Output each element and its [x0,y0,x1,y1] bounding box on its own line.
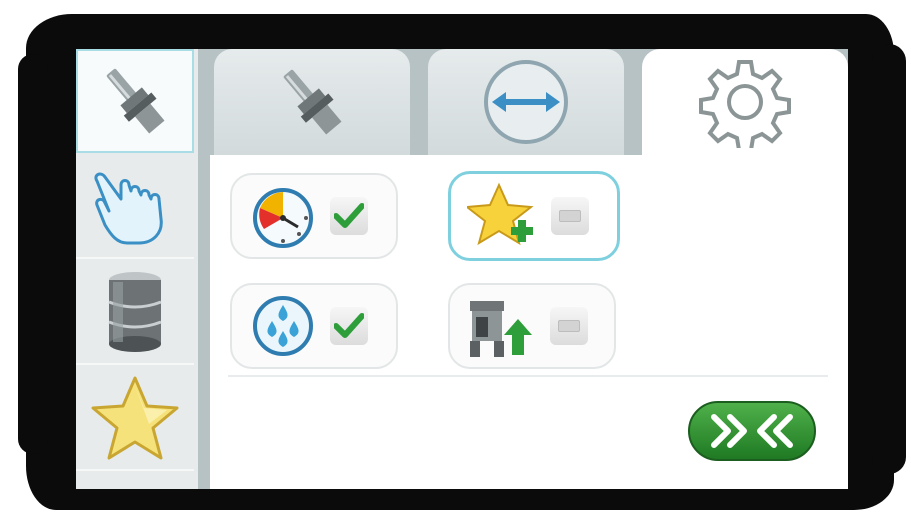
sidebar-item-database[interactable] [76,261,194,365]
option-favorite-add[interactable] [448,171,620,261]
screen [76,49,848,489]
machine-load-icon [470,301,532,357]
option-timer-checkbox[interactable] [330,197,368,235]
star-add-icon [467,182,534,246]
tool-holder-icon [283,69,342,135]
option-favorite-add-checkbox[interactable] [551,197,589,235]
option-machine-load[interactable] [448,283,616,369]
timer-icon [253,188,313,248]
database-icon [108,272,162,352]
tab-bar [210,49,848,155]
option-coolant-checkbox[interactable] [330,307,368,345]
converge-arrows-icon [711,414,793,448]
star-icon [91,376,179,460]
tab-settings[interactable] [642,49,848,155]
tab-measure[interactable] [428,49,624,155]
option-timer[interactable] [230,173,398,259]
checkmark-icon [334,203,364,228]
hand-pointer-icon [94,172,163,245]
coolant-drops-icon [253,296,313,356]
option-machine-load-checkbox[interactable] [550,307,588,345]
sidebar [76,49,198,489]
sidebar-item-tool[interactable] [76,49,194,153]
option-coolant[interactable] [230,283,398,369]
settings-panel [210,155,848,489]
content-separator [228,375,828,377]
horizontal-arrows-icon [484,60,568,144]
tab-tool[interactable] [214,49,410,155]
tool-holder-icon [106,68,165,134]
sidebar-divider [198,49,210,489]
sidebar-item-favorites[interactable] [76,367,194,471]
checkmark-icon [334,313,364,338]
confirm-button[interactable] [688,401,816,461]
sidebar-item-manual[interactable] [76,155,194,259]
unchecked-dash-icon [558,320,580,332]
gear-icon [699,60,791,148]
unchecked-dash-icon [559,210,581,222]
